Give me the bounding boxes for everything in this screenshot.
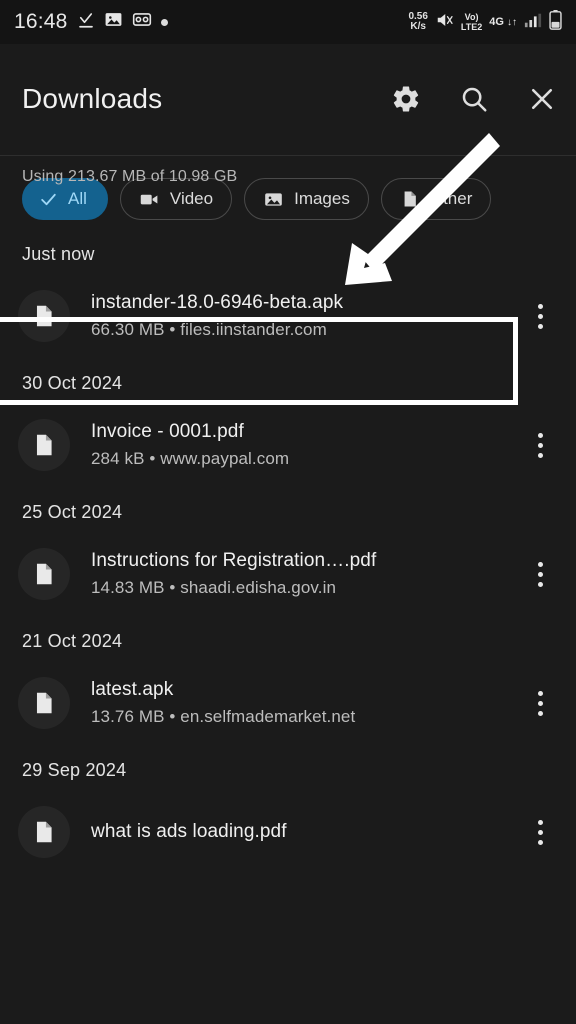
- file-name: Instructions for Registration….pdf: [91, 550, 377, 571]
- table-row[interactable]: latest.apk 13.76 MB • en.selfmademarket.…: [0, 662, 576, 744]
- file-info: Invoice - 0001.pdf 284 kB • www.paypal.c…: [91, 419, 520, 471]
- search-icon[interactable]: [458, 83, 490, 115]
- file-name: latest.apk: [91, 679, 174, 700]
- video-camera-icon: [139, 189, 160, 210]
- status-bar: 16:48 0.56 K/s Vo) LTE2 4G ↓↑: [0, 0, 576, 44]
- file-icon: [18, 290, 70, 342]
- file-name: Invoice - 0001.pdf: [91, 421, 244, 442]
- date-group-header: 25 Oct 2024: [22, 502, 123, 522]
- storage-usage-text: Using 213.67 MB of 10.98 GB: [22, 168, 238, 185]
- document-icon: [400, 189, 420, 209]
- status-bar-right: 0.56 K/s Vo) LTE2 4G ↓↑: [408, 9, 562, 35]
- volte-bottom-label: LTE2: [460, 22, 483, 32]
- file-name: instander-18.0-6946-beta.apk: [91, 292, 344, 313]
- filter-chip-all-label: All: [68, 189, 87, 208]
- file-meta: 66.30 MB • files.iinstander.com: [91, 320, 327, 339]
- mute-icon: [435, 11, 454, 34]
- downloads-list: Just now instander-18.0-6946-beta.apk 66…: [0, 220, 576, 873]
- file-icon: [18, 548, 70, 600]
- volte-top-label: Vo): [464, 12, 479, 22]
- filter-chip-images[interactable]: Images: [244, 178, 369, 220]
- table-row[interactable]: Invoice - 0001.pdf 284 kB • www.paypal.c…: [0, 404, 576, 486]
- page-title: Downloads: [22, 83, 163, 114]
- status-clock: 16:48: [14, 10, 68, 33]
- signal-bars-icon: [524, 12, 542, 33]
- file-meta: 14.83 MB • shaadi.edisha.gov.in: [91, 578, 337, 597]
- volte-indicator: Vo) LTE2: [461, 12, 482, 32]
- network-type-label: 4G: [489, 15, 504, 28]
- overflow-menu-icon[interactable]: [520, 292, 560, 340]
- gear-icon[interactable]: [390, 83, 422, 115]
- close-icon[interactable]: [526, 83, 558, 115]
- date-group-header: 30 Oct 2024: [22, 373, 123, 393]
- date-group-header: Just now: [22, 244, 95, 264]
- file-meta: 284 kB • www.paypal.com: [91, 449, 290, 468]
- image-icon: [263, 189, 284, 210]
- date-group-header: 21 Oct 2024: [22, 631, 123, 651]
- battery-icon: [549, 9, 562, 35]
- date-group-header: 29 Sep 2024: [22, 760, 127, 780]
- download-complete-icon: [77, 11, 95, 34]
- table-row[interactable]: instander-18.0-6946-beta.apk 66.30 MB • …: [0, 275, 576, 357]
- overflow-menu-icon[interactable]: [520, 808, 560, 856]
- table-row[interactable]: what is ads loading.pdf: [0, 791, 576, 873]
- file-icon: [18, 419, 70, 471]
- gallery-icon: [104, 10, 123, 34]
- data-arrows-icon: ↓↑: [507, 16, 517, 28]
- file-info: instander-18.0-6946-beta.apk 66.30 MB • …: [91, 290, 520, 342]
- filter-chip-video-label: Video: [169, 189, 214, 208]
- voicemail-icon: [132, 10, 152, 34]
- filter-chip-other[interactable]: Other: [380, 178, 492, 220]
- file-info: Instructions for Registration….pdf 14.83…: [91, 548, 520, 600]
- network-speed-indicator: 0.56 K/s: [408, 12, 427, 32]
- file-icon: [18, 677, 70, 729]
- network-speed-unit: K/s: [410, 21, 426, 32]
- check-icon: [39, 190, 58, 209]
- filter-chip-row: All Video Images Other: [0, 156, 576, 220]
- downloads-screen: 16:48 0.56 K/s Vo) LTE2 4G ↓↑ Downloads …: [0, 0, 576, 1024]
- file-info: latest.apk 13.76 MB • en.selfmademarket.…: [91, 677, 520, 729]
- app-header: Downloads Using 213.67 MB of 10.98 GB: [0, 44, 576, 185]
- network-type-indicator: 4G ↓↑: [489, 15, 517, 28]
- table-row[interactable]: Instructions for Registration….pdf 14.83…: [0, 533, 576, 615]
- status-bar-left: 16:48: [14, 10, 168, 34]
- filter-chip-other-label: Other: [429, 189, 473, 208]
- header-actions: [390, 83, 558, 115]
- overflow-menu-icon[interactable]: [520, 421, 560, 469]
- file-info: what is ads loading.pdf: [91, 819, 520, 846]
- file-meta: 13.76 MB • en.selfmademarket.net: [91, 707, 356, 726]
- file-name: what is ads loading.pdf: [91, 820, 287, 842]
- filter-chip-images-label: Images: [294, 189, 350, 208]
- overflow-menu-icon[interactable]: [520, 550, 560, 598]
- file-icon: [18, 806, 70, 858]
- overflow-menu-icon[interactable]: [520, 679, 560, 727]
- dot-icon: [160, 18, 168, 26]
